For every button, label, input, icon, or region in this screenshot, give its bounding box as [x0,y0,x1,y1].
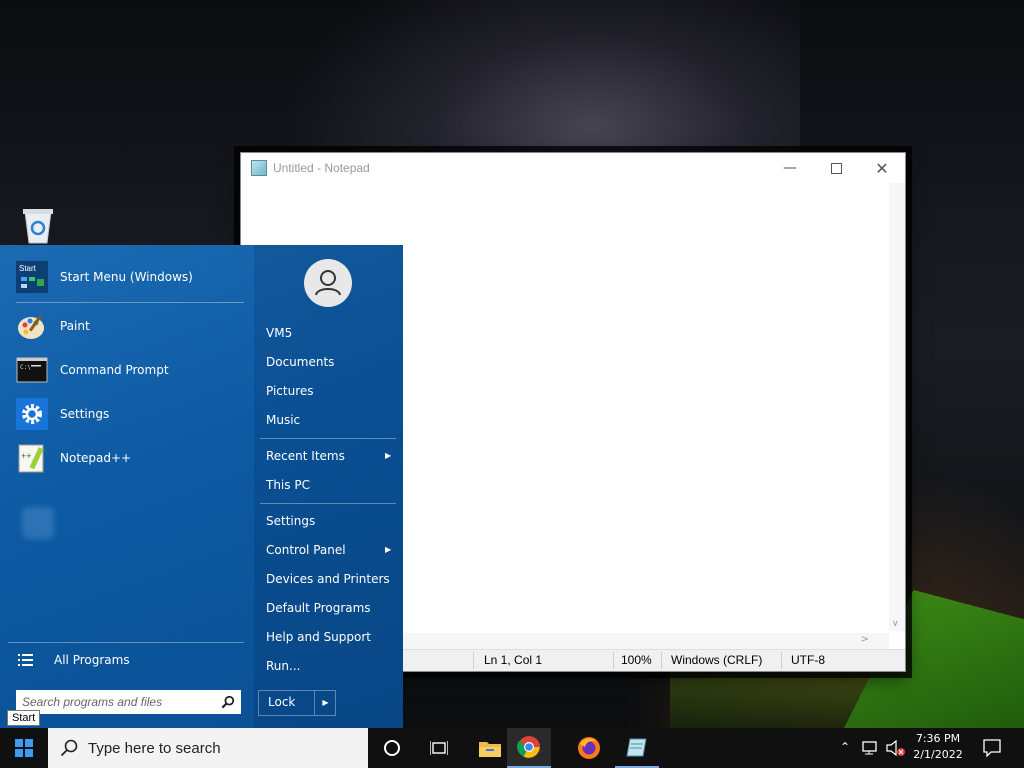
show-hidden-icons-chevron-icon[interactable]: ⌃ [840,740,850,754]
user-icon [315,270,341,296]
places-help-support[interactable]: Help and Support [266,630,371,644]
svg-text:++: ++ [21,451,32,461]
clock-time: 7:36 PM [915,732,961,745]
places-default-programs[interactable]: Default Programs [266,601,371,615]
cortana-circle-icon [384,740,400,756]
scroll-down-icon[interactable]: ∨ [892,619,899,629]
folder-icon [479,742,501,757]
cortana-button[interactable] [370,728,414,768]
places-settings[interactable]: Settings [266,514,315,528]
status-line-ending: Windows (CRLF) [671,653,763,667]
vertical-scrollbar[interactable]: ∨ [889,183,905,631]
notepad-icon [626,738,647,757]
pinned-item-command-prompt[interactable]: C:\ Command Prompt [16,352,246,388]
user-avatar[interactable] [304,259,352,307]
notepad-icon [251,160,267,176]
search-placeholder: Search programs and files [22,695,163,709]
pinned-label: Settings [60,407,110,421]
search-icon [60,739,78,757]
firefox-button[interactable] [567,728,611,768]
status-encoding: UTF-8 [791,653,825,667]
status-position: Ln 1, Col 1 [484,653,543,667]
places-recent-items[interactable]: Recent Items [266,449,345,463]
network-icon[interactable] [862,740,880,756]
all-programs-button[interactable]: All Programs [18,642,248,678]
submenu-arrow-icon: ▶ [385,545,392,554]
lock-label: Lock [268,695,296,709]
task-view-button[interactable] [417,728,461,768]
settings-gear-icon [16,398,48,430]
windows-logo-icon [15,739,33,757]
chrome-button[interactable] [507,728,551,768]
divider [260,503,396,504]
start-tooltip: Start [7,710,41,726]
start-menu: Start Start Menu (Windows) Paint C:\ Com… [0,245,403,728]
places-pictures[interactable]: Pictures [266,384,314,398]
chrome-icon [517,736,540,758]
status-zoom: 100% [621,653,652,667]
svg-text:Start: Start [19,264,37,273]
lock-options-arrow-icon[interactable]: ▶ [314,691,336,715]
start-button[interactable] [0,728,48,768]
pinned-item-start-menu[interactable]: Start Start Menu (Windows) [16,259,246,295]
pinned-item-notepad-plus-plus[interactable]: ++ Notepad++ [16,440,246,476]
taskbar-search-box[interactable]: Type here to search [48,728,368,768]
places-user[interactable]: VM5 [266,326,292,340]
start-search-input[interactable]: Search programs and files [16,690,241,714]
clock-date: 2/1/2022 [913,748,963,761]
minimize-icon: — [783,160,797,176]
list-icon [18,654,33,666]
lock-button[interactable]: Lock ▶ [258,690,336,716]
volume-muted-icon[interactable] [886,740,906,756]
start-menu-icon: Start [16,261,48,293]
notepad-plus-plus-icon: ++ [18,444,44,473]
taskbar-clock[interactable]: 7:36 PM 2/1/2022 [908,731,968,763]
task-view-icon [430,741,448,755]
places-run[interactable]: Run... [266,659,300,673]
divider [260,438,396,439]
svg-text:C:\: C:\ [20,364,31,371]
pinned-label: Paint [60,319,90,333]
pinned-label: Start Menu (Windows) [60,270,193,284]
scroll-right-icon[interactable]: > [861,634,869,645]
submenu-arrow-icon: ▶ [385,451,392,460]
start-menu-programs: Start Start Menu (Windows) Paint C:\ Com… [0,245,254,728]
notepad-taskbar-button[interactable] [615,728,659,768]
start-menu-places: VM5 Documents Pictures Music Recent Item… [254,245,403,728]
all-programs-label: All Programs [54,653,130,667]
places-music[interactable]: Music [266,413,300,427]
action-center-icon[interactable] [983,739,1001,757]
close-button[interactable]: ✕ [859,153,905,183]
minimize-button[interactable]: — [767,153,813,183]
pinned-item-paint[interactable]: Paint [16,308,246,344]
pinned-label: Command Prompt [60,363,169,377]
notepad-title: Untitled - Notepad [273,161,370,175]
blurred-icon-placeholder [22,507,54,539]
maximize-icon [830,162,842,174]
close-icon: ✕ [875,158,889,178]
maximize-button[interactable] [813,153,859,183]
search-icon[interactable] [221,695,235,709]
places-control-panel[interactable]: Control Panel [266,543,346,557]
taskbar: Type here to search ⌃ 7:36 PM 2/1/2022 [0,728,1024,768]
pinned-label: Notepad++ [60,451,132,465]
firefox-icon [578,737,600,759]
taskbar-search-placeholder: Type here to search [88,739,221,757]
paint-icon [18,315,44,339]
file-explorer-button[interactable] [468,728,512,768]
places-this-pc[interactable]: This PC [266,478,310,492]
recycle-bin-icon[interactable] [20,206,56,244]
divider [16,302,244,303]
places-documents[interactable]: Documents [266,355,334,369]
places-devices-printers[interactable]: Devices and Printers [266,572,390,586]
pinned-item-settings[interactable]: Settings [16,396,246,432]
command-prompt-icon: C:\ [16,357,48,383]
